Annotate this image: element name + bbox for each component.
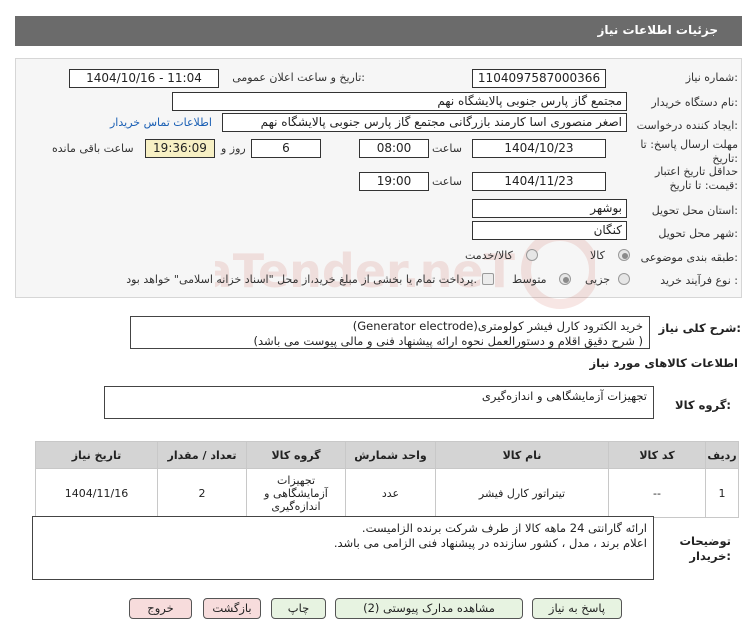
validity-time-label: ساعت bbox=[432, 175, 462, 188]
page-header: جزئیات اطلاعات نیاز bbox=[15, 16, 742, 46]
category-option-goods-service: کالا/خدمت bbox=[465, 249, 513, 262]
goods-group-value: تجهیزات آزمایشگاهی و اندازه‌گیری bbox=[481, 389, 647, 403]
back-button[interactable]: بازگشت bbox=[203, 598, 261, 619]
days-field: 6 bbox=[251, 139, 321, 158]
province-label: استان محل تحویل: bbox=[651, 204, 738, 217]
buyer-notes-line-1: ارائه گارانتی 24 ماهه کالا از طرف شرکت ب… bbox=[361, 521, 647, 535]
reply-button[interactable]: پاسخ به نیاز bbox=[532, 598, 622, 619]
cell-unit: عدد bbox=[345, 468, 436, 518]
purchase-option-medium: متوسط bbox=[512, 273, 547, 286]
goods-group-field: تجهیزات آزمایشگاهی و اندازه‌گیری bbox=[104, 386, 654, 419]
page-title: جزئیات اطلاعات نیاز bbox=[597, 23, 718, 37]
print-button[interactable]: چاپ bbox=[271, 598, 326, 619]
goods-group-label: گروه کالا: bbox=[675, 398, 731, 412]
cell-group-line-3: اندازه‌گیری bbox=[271, 499, 321, 513]
th-unit: واحد شمارش bbox=[345, 441, 436, 469]
validity-time-field: 19:00 bbox=[359, 172, 429, 191]
view-attachments-button[interactable]: مشاهده مدارک پیوستی (2) bbox=[335, 598, 523, 619]
category-label: طبقه بندی موضوعی: bbox=[640, 251, 738, 264]
cell-qty: 2 bbox=[157, 468, 247, 518]
purchase-type-label: نوع فرآیند خرید : bbox=[660, 274, 738, 287]
table-header-row: ردیف کد کالا نام کالا واحد شمارش گروه کا… bbox=[35, 441, 739, 469]
deadline-label: مهلت ارسال پاسخ: تا تاریخ: bbox=[640, 138, 738, 165]
city-field: کنگان bbox=[472, 221, 627, 240]
cell-date: 1404/11/16 bbox=[35, 468, 158, 518]
buyer-notes-label-1: توضیحات bbox=[679, 534, 732, 548]
category-radio-goods-service[interactable] bbox=[526, 249, 538, 261]
creator-label: ایجاد کننده درخواست: bbox=[636, 119, 738, 132]
description-textarea[interactable]: خرید الکترود کارل فیشر کولومتری(Generato… bbox=[130, 316, 650, 349]
th-date: تاریخ نیاز bbox=[35, 441, 158, 469]
description-line-2: ( شرح دقیق اقلام و دستورالعمل نحوه ارائه… bbox=[253, 334, 643, 348]
purchase-option-partial: جزیی bbox=[585, 273, 611, 286]
province-field: بوشهر bbox=[472, 199, 627, 218]
th-index: ردیف bbox=[705, 441, 739, 469]
buyer-notes-label-2: خریدار: bbox=[689, 549, 731, 563]
remaining-time-field: 19:36:09 bbox=[145, 139, 215, 158]
items-table: ردیف کد کالا نام کالا واحد شمارش گروه کا… bbox=[35, 441, 739, 518]
buyer-notes-textarea[interactable]: ارائه گارانتی 24 ماهه کالا از طرف شرکت ب… bbox=[32, 516, 654, 580]
need-number-label: شماره نیاز: bbox=[685, 71, 738, 84]
goods-section-title: اطلاعات کالاهای مورد نیاز bbox=[589, 356, 738, 370]
purchase-radio-medium[interactable] bbox=[559, 273, 571, 285]
cell-group-line-1: تجهیزات bbox=[276, 473, 316, 487]
validity-label: حداقل تاریخ اعتبار قیمت: تا تاریخ: bbox=[654, 165, 738, 192]
cell-index: 1 bbox=[705, 468, 739, 518]
th-group: گروه کالا bbox=[246, 441, 346, 469]
cell-code: -- bbox=[608, 468, 706, 518]
announce-field: 1404/10/16 - 11:04 bbox=[69, 69, 219, 88]
buyer-notes-line-2: اعلام برند ، مدل ، کشور سازنده در پیشنها… bbox=[333, 536, 647, 550]
exit-button[interactable]: خروج bbox=[129, 598, 192, 619]
description-label: شرح کلی نیاز: bbox=[658, 321, 741, 335]
validity-date-field: 1404/11/23 bbox=[472, 172, 606, 191]
deadline-time-label: ساعت bbox=[432, 142, 462, 155]
days-label: روز و bbox=[221, 142, 246, 155]
deadline-date-field: 1404/10/23 bbox=[472, 139, 606, 158]
th-qty: تعداد / مقدار bbox=[157, 441, 247, 469]
remaining-label: ساعت باقی مانده bbox=[52, 142, 134, 155]
need-number-field: 1104097587000366 bbox=[472, 69, 606, 88]
cell-group: تجهیزات آزمایشگاهی و اندازه‌گیری bbox=[246, 468, 346, 518]
th-name: نام کالا bbox=[435, 441, 609, 469]
cell-group-line-2: آزمایشگاهی و bbox=[264, 486, 328, 500]
purchase-radio-partial[interactable] bbox=[618, 273, 630, 285]
buyer-org-label: نام دستگاه خریدار: bbox=[651, 96, 738, 109]
category-option-goods: کالا bbox=[590, 249, 605, 262]
purchase-note: پرداخت تمام یا بخشی از مبلغ خرید،از محل … bbox=[126, 273, 477, 286]
announce-label: تاریخ و ساعت اعلان عمومی: bbox=[232, 71, 365, 84]
city-label: شهر محل تحویل: bbox=[658, 227, 738, 240]
buyer-org-field: مجتمع گاز پارس جنوبی پالایشگاه نهم bbox=[172, 92, 627, 111]
table-row[interactable]: 1 -- تیتراتور کارل فیشر عدد تجهیزات آزما… bbox=[35, 468, 739, 518]
cell-name: تیتراتور کارل فیشر bbox=[435, 468, 609, 518]
category-radio-goods[interactable] bbox=[618, 249, 630, 261]
description-line-1: خرید الکترود کارل فیشر کولومتری(Generato… bbox=[352, 319, 643, 333]
treasury-checkbox[interactable] bbox=[482, 273, 494, 285]
creator-field: اصغر منصوری اسا کارمند بازرگانی مجتمع گا… bbox=[222, 113, 627, 132]
deadline-time-field: 08:00 bbox=[359, 139, 429, 158]
th-code: کد کالا bbox=[608, 441, 706, 469]
contact-buyer-link[interactable]: اطلاعات تماس خریدار bbox=[110, 116, 212, 129]
